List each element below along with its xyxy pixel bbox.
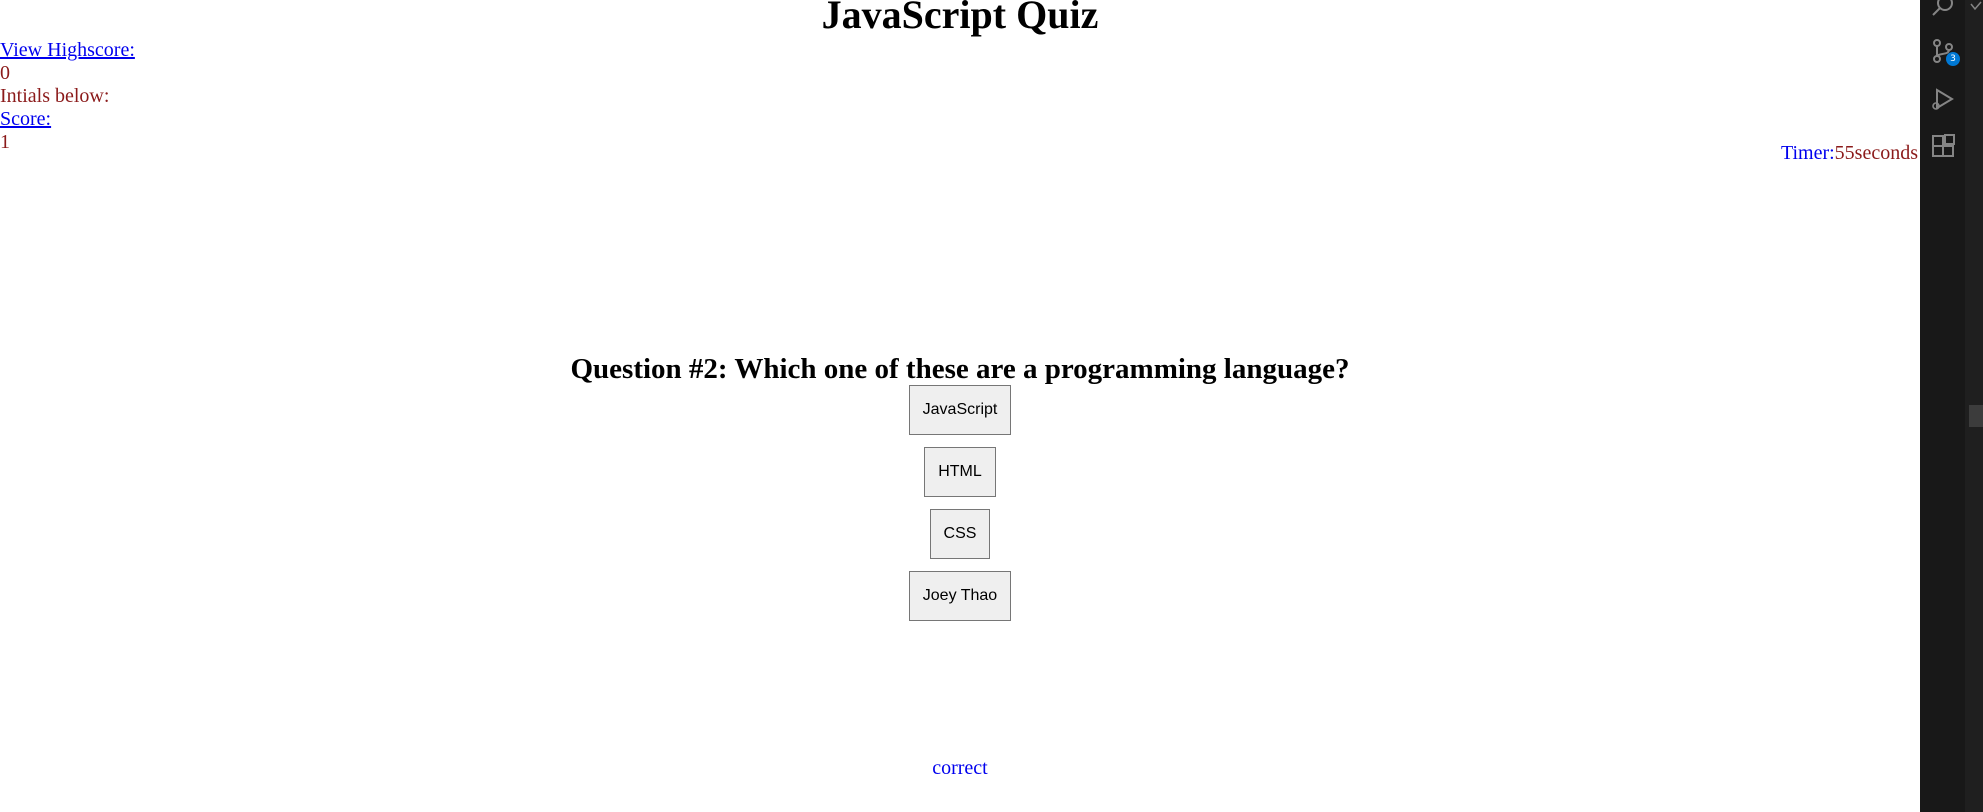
activity-bar: 3 xyxy=(1920,0,1965,812)
answer-button-html[interactable]: HTML xyxy=(924,447,996,497)
score-value: 1 xyxy=(0,131,10,153)
timer-label: Timer: xyxy=(1780,142,1835,164)
extensions-icon[interactable] xyxy=(1930,134,1956,160)
answer-feedback: correct xyxy=(932,757,988,779)
view-highscore-link[interactable]: View Highscore: xyxy=(0,39,135,61)
question-text: Question #2: Which one of these are a pr… xyxy=(570,353,1350,385)
answer-button-joey-thao[interactable]: Joey Thao xyxy=(908,571,1012,621)
timer: Timer:55seconds xyxy=(1781,142,1918,165)
timer-value: 55seconds xyxy=(1834,142,1918,164)
page-title: JavaScript Quiz xyxy=(821,0,1099,37)
score-link[interactable]: Score: xyxy=(0,108,51,130)
answer-button-javascript[interactable]: JavaScript xyxy=(908,385,1012,435)
source-control-badge: 3 xyxy=(1946,52,1960,66)
search-icon[interactable] xyxy=(1930,0,1956,20)
highscore-value: 0 xyxy=(0,62,10,84)
run-debug-icon[interactable] xyxy=(1930,86,1956,112)
answer-list: JavaScript HTML CSS Joey Thao xyxy=(0,385,1920,633)
check-icon xyxy=(1970,1,1982,11)
answer-button-css[interactable]: CSS xyxy=(929,509,991,559)
initials-label: Intials below: xyxy=(0,85,110,107)
scrollbar-thumb[interactable] xyxy=(1969,405,1983,427)
quiz-page: JavaScript Quiz View Highscore: 0 Intial… xyxy=(0,0,1920,812)
score-panel: View Highscore: 0 Intials below: Score: … xyxy=(0,39,135,154)
